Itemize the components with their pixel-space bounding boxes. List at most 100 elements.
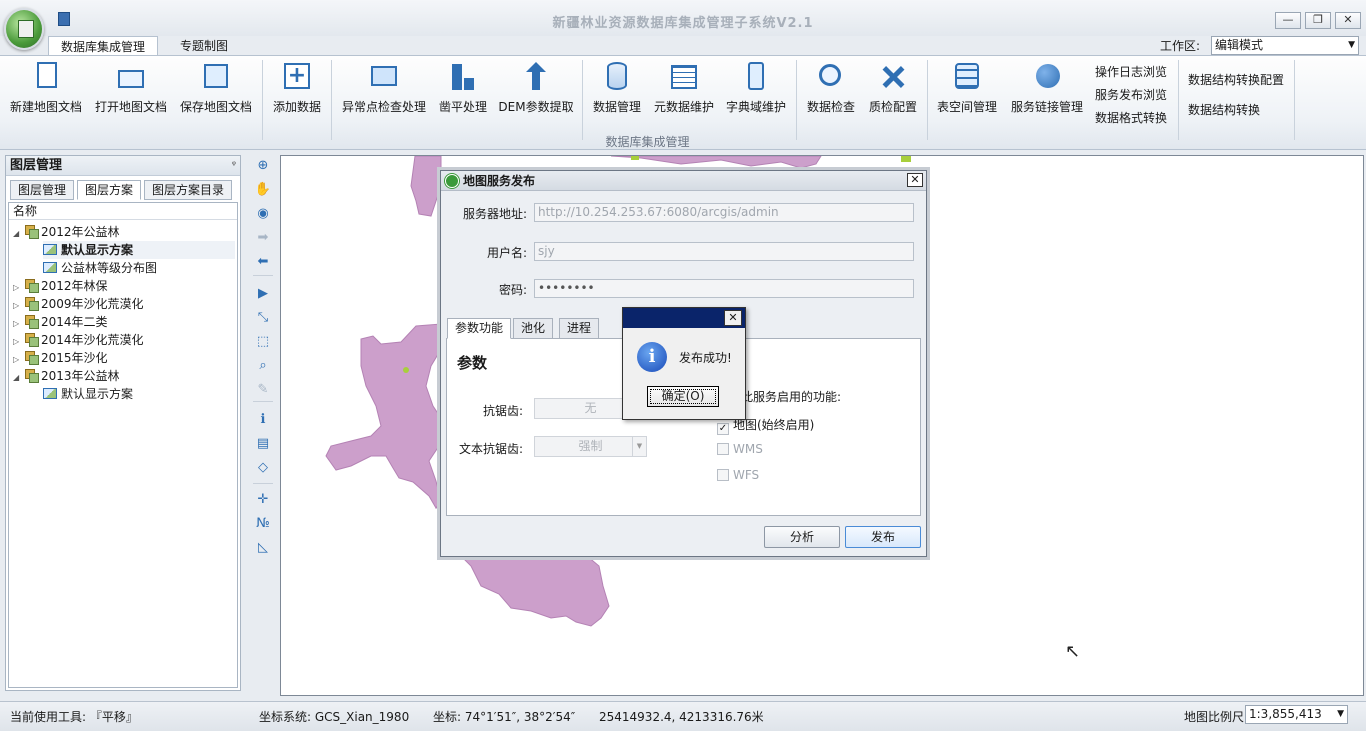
- tree-group-row[interactable]: ▷ 2009年沙化荒漠化: [13, 295, 235, 313]
- tablespace-icon: [952, 62, 982, 92]
- expand-caret-icon[interactable]: ◢: [13, 369, 23, 387]
- add-data-icon: +: [282, 62, 312, 92]
- button-label: 保存地图文档: [179, 100, 252, 114]
- checkbox-icon[interactable]: [717, 443, 729, 455]
- qc-config-button[interactable]: 质检配置: [864, 60, 922, 122]
- checkbox-checked-icon[interactable]: ✓: [717, 423, 729, 435]
- checkbox-icon[interactable]: [717, 469, 729, 481]
- tree-scheme-row[interactable]: 默认显示方案: [43, 385, 235, 403]
- full-extent-globe-icon[interactable]: ◉: [254, 205, 272, 223]
- tab-processes[interactable]: 进程: [559, 318, 600, 339]
- tree-item-label: 2013年公益林: [41, 369, 120, 383]
- text-antialias-select[interactable]: 强制 ▼: [534, 436, 647, 457]
- tree-group-row[interactable]: ▷ 2014年二类: [13, 313, 235, 331]
- tree-group-row[interactable]: ▷ 2015年沙化: [13, 349, 235, 367]
- layer-management-panel: 图层管理 ᵠ 图层管理 图层方案 图层方案目录 名称 ◢ 2012年公益林 默认显示…: [5, 155, 241, 691]
- dialog-close-button[interactable]: ✕: [907, 173, 923, 187]
- panel-header: 图层管理 ᵠ: [6, 156, 240, 176]
- workspace-select[interactable]: 编辑模式 ▼: [1211, 36, 1359, 55]
- tab-parameters[interactable]: 参数功能: [447, 318, 512, 339]
- tree-scheme-row[interactable]: 公益林等级分布图: [43, 259, 235, 277]
- anomaly-check-button[interactable]: 异常点检查处理: [338, 60, 430, 122]
- ribbon-group-label: 数据库集成管理: [605, 135, 690, 149]
- new-map-document-button[interactable]: 新建地图文档: [6, 60, 86, 122]
- close-button[interactable]: ✕: [1335, 12, 1361, 29]
- zoom-in-icon[interactable]: ⊕: [254, 157, 272, 175]
- message-box-close-button[interactable]: ✕: [724, 310, 742, 326]
- ok-button[interactable]: 确定(O): [647, 386, 719, 407]
- data-check-button[interactable]: 数据检查: [802, 60, 860, 122]
- forest-patch: [901, 156, 911, 162]
- app-logo-icon[interactable]: [4, 8, 44, 50]
- tree-group-row[interactable]: ◢ 2013年公益林: [13, 367, 235, 385]
- back-arrow-icon[interactable]: ⬅: [254, 253, 272, 271]
- select-features-icon[interactable]: ⬚: [254, 333, 272, 351]
- restore-button[interactable]: ❐: [1305, 12, 1331, 29]
- tree-item-label: 2012年公益林: [41, 225, 120, 239]
- identify-info-icon[interactable]: ℹ: [254, 411, 272, 429]
- server-address-input[interactable]: http://10.254.253.67:6080/arcgis/admin: [534, 203, 914, 222]
- tab-pooling[interactable]: 池化: [513, 318, 554, 339]
- structure-convert-link[interactable]: 数据结构转换: [1188, 101, 1260, 118]
- button-label: 服务链接管理: [1010, 100, 1083, 114]
- number-locate-icon[interactable]: №: [254, 515, 272, 533]
- tree-scheme-row[interactable]: 默认显示方案: [43, 241, 235, 259]
- structure-convert-config-link[interactable]: 数据结构转换配置: [1188, 71, 1284, 88]
- tablespace-management-button[interactable]: 表空间管理: [933, 60, 1001, 122]
- eraser-icon[interactable]: ◇: [254, 459, 272, 477]
- server-address-label: 服务器地址:: [462, 207, 527, 221]
- save-map-document-button[interactable]: 保存地图文档: [176, 60, 256, 122]
- button-label: 凿平处理: [438, 100, 487, 114]
- metadata-maintain-button[interactable]: 元数据维护: [650, 60, 718, 122]
- tab-database-integration[interactable]: 数据库集成管理: [48, 36, 159, 56]
- dem-extract-button[interactable]: DEM参数提取: [496, 60, 576, 122]
- button-label: DEM参数提取: [498, 100, 574, 114]
- capability-wms[interactable]: WMS: [717, 442, 763, 456]
- analyze-button[interactable]: 分析: [764, 526, 840, 548]
- tree-group-row[interactable]: ▷ 2012年林保: [13, 277, 235, 295]
- find-icon[interactable]: ⌕: [254, 357, 272, 375]
- capability-wfs[interactable]: WFS: [717, 468, 759, 482]
- forward-arrow-icon[interactable]: ➡: [254, 229, 272, 247]
- coordinate-locate-icon[interactable]: ✛: [254, 491, 272, 509]
- pin-icon[interactable]: ᵠ: [232, 156, 236, 176]
- tab-layer-scheme[interactable]: 图层方案: [77, 180, 142, 200]
- publish-success-message-box: ✕ i 发布成功! 确定(O): [622, 307, 746, 420]
- expand-caret-icon[interactable]: ◢: [13, 225, 23, 243]
- data-management-button[interactable]: 数据管理: [588, 60, 646, 122]
- tab-layer-management[interactable]: 图层管理: [10, 180, 75, 200]
- tab-layer-scheme-catalog[interactable]: 图层方案目录: [144, 180, 233, 200]
- new-document-icon: [31, 62, 61, 92]
- text-antialias-label: 文本抗锯齿:: [458, 442, 523, 456]
- dictionary-maintain-button[interactable]: 字典域维护: [722, 60, 790, 122]
- add-data-button[interactable]: + 添加数据: [268, 60, 326, 122]
- tab-thematic-mapping[interactable]: 专题制图: [168, 36, 240, 56]
- attribute-table-icon[interactable]: ▤: [254, 435, 272, 453]
- map-scale-select[interactable]: 1:3,855,413 ▼: [1245, 705, 1348, 724]
- password-input[interactable]: ••••••••: [534, 279, 914, 298]
- tree-group-row[interactable]: ◢ 2012年公益林: [13, 223, 235, 241]
- layer-group-icon: [23, 333, 39, 347]
- ribbon: 新建地图文档 打开地图文档 保存地图文档 + 添加数据 异常点检查处理 凿平处理…: [0, 55, 1366, 150]
- forest-patch: [631, 156, 639, 160]
- message-text: 发布成功!: [679, 351, 732, 365]
- operation-log-link[interactable]: 操作日志浏览: [1095, 63, 1167, 80]
- anomaly-check-icon: [369, 62, 399, 92]
- button-label: 质检配置: [868, 100, 917, 114]
- edit-vertex-icon[interactable]: ⤡: [254, 309, 272, 327]
- button-label: 数据管理: [592, 100, 641, 114]
- measure-icon[interactable]: ◺: [254, 539, 272, 557]
- clear-brush-icon[interactable]: ✎: [254, 381, 272, 399]
- service-publish-browse-link[interactable]: 服务发布浏览: [1095, 86, 1167, 103]
- open-map-document-button[interactable]: 打开地图文档: [91, 60, 171, 122]
- service-link-management-button[interactable]: 服务链接管理: [1007, 60, 1087, 122]
- data-format-convert-link[interactable]: 数据格式转换: [1095, 109, 1167, 126]
- tree-group-row[interactable]: ▷ 2014年沙化荒漠化: [13, 331, 235, 349]
- map-scale-value: 1:3,855,413: [1249, 707, 1322, 721]
- publish-button[interactable]: 发布: [845, 526, 921, 548]
- minimize-button[interactable]: —: [1275, 12, 1301, 29]
- select-pointer-icon[interactable]: ▶: [254, 285, 272, 303]
- username-input[interactable]: sjy: [534, 242, 914, 261]
- pan-hand-icon[interactable]: ✋: [254, 181, 272, 199]
- flatten-button[interactable]: 凿平处理: [434, 60, 492, 122]
